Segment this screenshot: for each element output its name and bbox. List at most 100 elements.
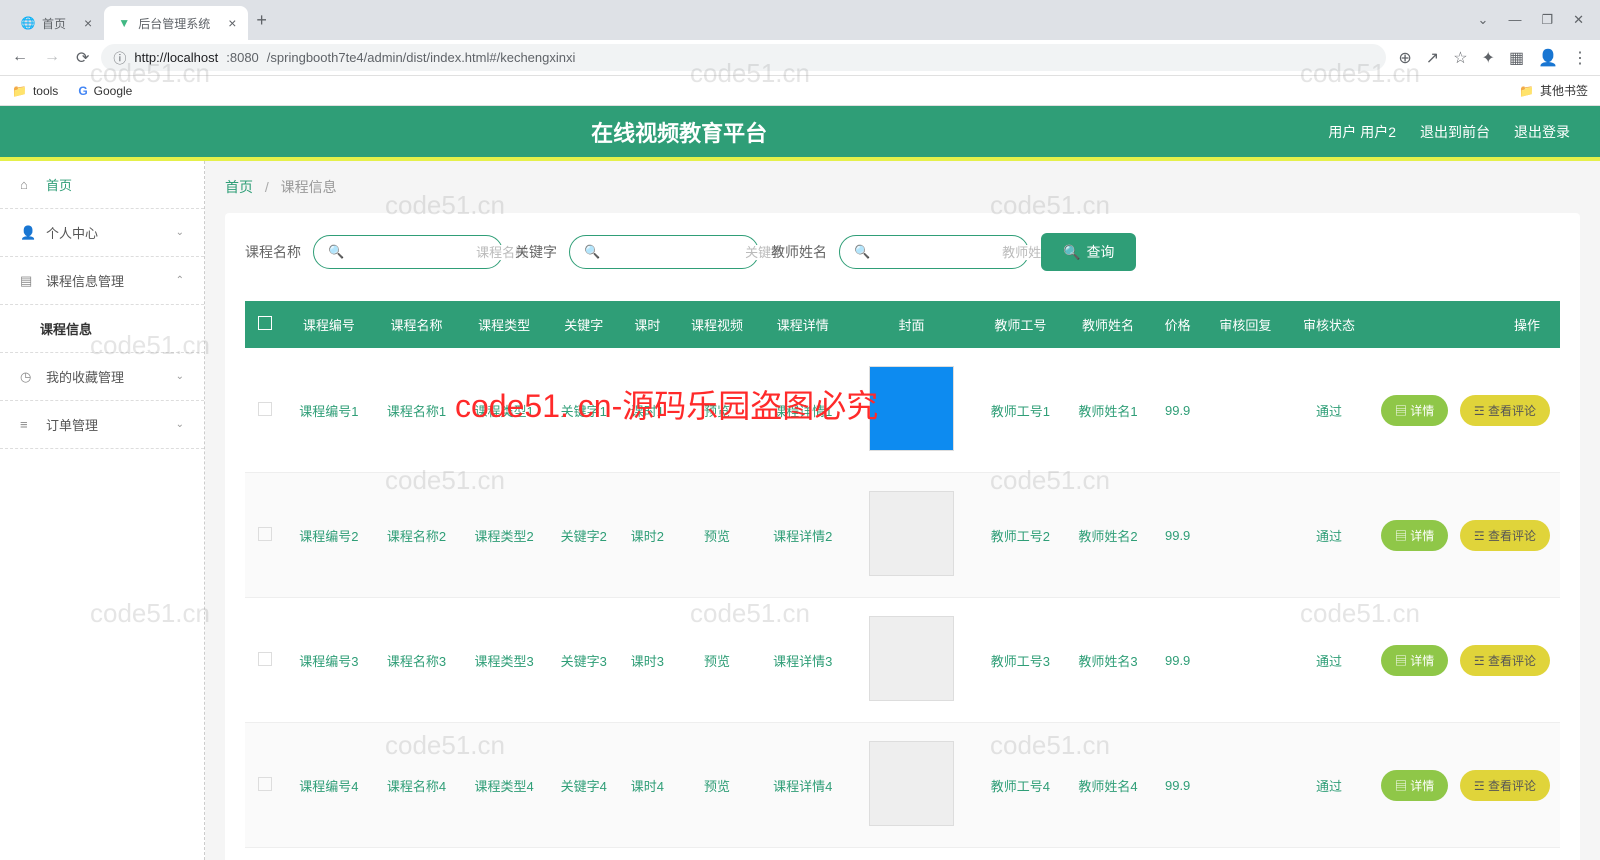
course-name-field[interactable] <box>352 245 528 260</box>
cell-tid[interactable]: 教师工号2 <box>977 473 1065 598</box>
share-icon[interactable]: ↗ <box>1426 48 1439 68</box>
cell-cover[interactable] <box>847 723 977 848</box>
info-icon: ⓘ <box>113 48 126 67</box>
cell-cover[interactable] <box>847 348 977 473</box>
zoom-icon[interactable]: ⊕ <box>1398 48 1411 68</box>
cell-vid[interactable]: 预览 <box>675 348 759 473</box>
sidebar-item-course-info[interactable]: 课程信息 <box>0 305 204 353</box>
cell-num[interactable]: 课程编号2 <box>285 473 373 598</box>
apps-icon[interactable]: ▦ <box>1509 48 1524 68</box>
bookmark-tools[interactable]: 📁 tools <box>12 84 58 98</box>
detail-button[interactable]: ▤ 详情 <box>1381 770 1448 801</box>
detail-button[interactable]: ▤ 详情 <box>1381 645 1448 676</box>
detail-button[interactable]: ▤ 详情 <box>1381 520 1448 551</box>
browser-tab-2[interactable]: ▼ 后台管理系统 × <box>104 6 248 40</box>
cell-num[interactable]: 课程编号3 <box>285 598 373 723</box>
search-icon: 🔍 <box>1063 244 1080 261</box>
cell-num[interactable]: 课程编号4 <box>285 723 373 848</box>
cell-reply <box>1203 723 1287 848</box>
search-input-name[interactable]: 🔍 <box>313 235 503 269</box>
reload-icon[interactable]: ⟳ <box>76 48 89 68</box>
row-checkbox[interactable] <box>245 348 285 473</box>
keyword-field[interactable] <box>608 245 784 260</box>
cover-image[interactable] <box>869 366 954 451</box>
comment-button[interactable]: ☲ 查看评论 <box>1460 770 1550 801</box>
url-input[interactable]: ⓘ http://localhost:8080/springbooth7te4/… <box>101 44 1386 71</box>
menu-icon[interactable]: ⋮ <box>1572 48 1588 68</box>
chevron-down-icon[interactable]: ⌄ <box>1478 12 1489 28</box>
menu-label: 订单管理 <box>46 415 98 434</box>
cell-num[interactable]: 课程编号1 <box>285 348 373 473</box>
cell-tname[interactable]: 教师姓名3 <box>1064 598 1152 723</box>
breadcrumb-home[interactable]: 首页 <box>225 179 253 195</box>
cell-detail[interactable]: 课程详情4 <box>759 723 847 848</box>
cell-tid[interactable]: 教师工号4 <box>977 723 1065 848</box>
close-icon[interactable]: × <box>228 15 236 31</box>
teacher-field[interactable] <box>878 245 1054 260</box>
row-checkbox[interactable] <box>245 598 285 723</box>
exit-front-button[interactable]: 退出到前台 <box>1420 122 1490 142</box>
cell-type[interactable]: 课程类型4 <box>460 723 548 848</box>
cell-tname[interactable]: 教师姓名1 <box>1064 348 1152 473</box>
maximize-icon[interactable]: ❐ <box>1541 12 1553 28</box>
cell-reply <box>1203 473 1287 598</box>
row-checkbox[interactable] <box>245 723 285 848</box>
cover-image[interactable] <box>869 616 954 701</box>
sidebar-item-profile[interactable]: 👤 个人中心 ⌄ <box>0 209 204 257</box>
close-icon[interactable]: × <box>84 15 92 31</box>
cell-cover[interactable] <box>847 598 977 723</box>
cell-type[interactable]: 课程类型3 <box>460 598 548 723</box>
cell-name[interactable]: 课程名称3 <box>373 598 461 723</box>
browser-tab-1[interactable]: 🌐 首页 × <box>8 6 104 40</box>
sidebar-item-course-manage[interactable]: ▤ 课程信息管理 ⌃ <box>0 257 204 305</box>
cell-cover[interactable] <box>847 473 977 598</box>
bookmark-google[interactable]: G Google <box>78 84 132 98</box>
cell-type[interactable]: 课程类型1 <box>460 348 548 473</box>
search-input-teacher[interactable]: 🔍 <box>839 235 1029 269</box>
comment-button[interactable]: ☲ 查看评论 <box>1460 395 1550 426</box>
cell-name[interactable]: 课程名称2 <box>373 473 461 598</box>
search-button[interactable]: 🔍 查询 <box>1041 233 1136 271</box>
sidebar-item-home[interactable]: ⌂ 首页 <box>0 161 204 209</box>
h-tname: 教师姓名 <box>1064 301 1152 348</box>
sidebar-item-favorites[interactable]: ◷ 我的收藏管理 ⌄ <box>0 353 204 401</box>
cell-tname[interactable]: 教师姓名4 <box>1064 723 1152 848</box>
search-label-name: 课程名称 <box>245 242 301 262</box>
header-checkbox[interactable] <box>245 301 285 348</box>
cell-name[interactable]: 课程名称4 <box>373 723 461 848</box>
cell-detail[interactable]: 课程详情2 <box>759 473 847 598</box>
logout-button[interactable]: 退出登录 <box>1514 122 1570 142</box>
bookmark-other[interactable]: 📁 其他书签 <box>1519 82 1588 99</box>
profile-icon[interactable]: 👤 <box>1538 48 1558 68</box>
search-input-keyword[interactable]: 🔍 <box>569 235 759 269</box>
cell-detail[interactable]: 课程详情1 <box>759 348 847 473</box>
close-window-icon[interactable]: ✕ <box>1573 12 1584 28</box>
cell-tname[interactable]: 教师姓名2 <box>1064 473 1152 598</box>
cell-name[interactable]: 课程名称1 <box>373 348 461 473</box>
back-icon[interactable]: ← <box>12 48 28 68</box>
cell-vid[interactable]: 预览 <box>675 598 759 723</box>
app-title: 在线视频教育平台 <box>30 116 1328 148</box>
cell-type[interactable]: 课程类型2 <box>460 473 548 598</box>
table-header-row: 课程编号 课程名称 课程类型 关键字 课时 课程视频 课程详情 封面 教师工号 … <box>245 301 1560 348</box>
cell-vid[interactable]: 预览 <box>675 723 759 848</box>
comment-button[interactable]: ☲ 查看评论 <box>1460 520 1550 551</box>
cell-tid[interactable]: 教师工号1 <box>977 348 1065 473</box>
cell-vid[interactable]: 预览 <box>675 473 759 598</box>
detail-button[interactable]: ▤ 详情 <box>1381 395 1448 426</box>
cell-detail[interactable]: 课程详情3 <box>759 598 847 723</box>
sidebar-item-orders[interactable]: ≡ 订单管理 ⌄ <box>0 401 204 449</box>
cell-tid[interactable]: 教师工号3 <box>977 598 1065 723</box>
cover-image[interactable] <box>869 741 954 826</box>
new-tab-button[interactable]: + <box>256 10 267 31</box>
user-label[interactable]: 用户 用户2 <box>1328 122 1396 142</box>
star-icon[interactable]: ☆ <box>1453 48 1467 68</box>
bookmarks-bar: 📁 tools G Google 📁 其他书签 <box>0 76 1600 106</box>
forward-icon[interactable]: → <box>44 48 60 68</box>
minimize-icon[interactable]: — <box>1508 12 1521 28</box>
cover-image[interactable] <box>869 491 954 576</box>
extension-icon[interactable]: ✦ <box>1482 48 1495 68</box>
h-tid: 教师工号 <box>977 301 1065 348</box>
row-checkbox[interactable] <box>245 473 285 598</box>
comment-button[interactable]: ☲ 查看评论 <box>1460 645 1550 676</box>
